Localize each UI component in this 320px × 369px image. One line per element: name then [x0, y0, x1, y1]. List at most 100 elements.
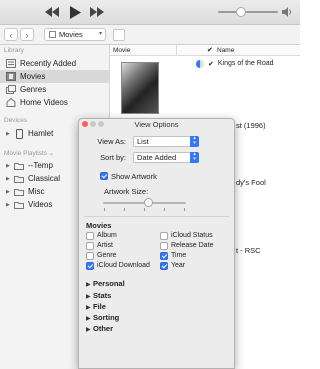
- checkmark-icon[interactable]: ✔: [208, 60, 214, 68]
- album-label: Album: [97, 232, 117, 239]
- volume-slider[interactable]: [218, 11, 278, 13]
- sidebar-item-home-videos[interactable]: Home Videos: [0, 96, 110, 109]
- album-checkbox[interactable]: [86, 232, 94, 240]
- icloud-status-checkbox[interactable]: [160, 232, 168, 240]
- time-checkbox[interactable]: [160, 252, 168, 260]
- disclosure-triangle-icon[interactable]: ▶: [6, 176, 11, 182]
- column-divider: [176, 45, 177, 56]
- movies-icon: [6, 72, 16, 82]
- movies-section-header: Movies: [86, 221, 112, 230]
- forward-button[interactable]: ›: [20, 28, 34, 41]
- folder-icon: [14, 187, 24, 197]
- folder-icon: [14, 174, 24, 184]
- sidebar-item-label: Genres: [20, 85, 47, 94]
- sidebar-item-label: Hamlet: [28, 129, 54, 138]
- time-label: Time: [171, 252, 187, 259]
- library-header: Library: [4, 47, 24, 54]
- chevron-updown-icon: ▾: [98, 31, 102, 37]
- artist-label: Artist: [97, 242, 113, 249]
- view-as-value: List: [137, 137, 149, 146]
- rewind-icon[interactable]: [44, 4, 60, 20]
- speaker-icon: [281, 6, 293, 20]
- fast-forward-icon[interactable]: [89, 4, 105, 20]
- column-movie[interactable]: Movie: [113, 47, 130, 54]
- sidebar-item-recently-added[interactable]: Recently Added: [0, 57, 110, 70]
- chevron-down-icon: ⌄: [48, 150, 55, 157]
- player-bar: [0, 0, 300, 25]
- movie-playlists-header[interactable]: Movie Playlists ⌄: [4, 149, 54, 157]
- back-button[interactable]: ‹: [4, 28, 18, 41]
- artist-checkbox[interactable]: [86, 242, 94, 250]
- disclosure-triangle-icon[interactable]: ▶: [86, 281, 91, 288]
- table-row[interactable]: ✔ Kings of the Road: [176, 58, 300, 69]
- movie-playlists-label: Movie Playlists: [4, 150, 47, 157]
- slider-tick: [144, 208, 145, 211]
- sidebar-item-label: Videos: [28, 200, 53, 209]
- recently-added-icon: [6, 59, 16, 69]
- genre-checkbox[interactable]: [86, 252, 94, 260]
- sidebar-item-label: Classical: [28, 174, 61, 183]
- folder-icon: [14, 200, 24, 210]
- dialog-divider: [84, 216, 229, 217]
- disclosure-triangle-icon[interactable]: ▶: [86, 326, 91, 333]
- artwork-size-knob[interactable]: [144, 198, 153, 207]
- section-stats[interactable]: Stats: [93, 291, 111, 300]
- section-file[interactable]: File: [93, 302, 106, 311]
- dialog-title: View Options: [134, 120, 179, 129]
- film-icon: [49, 31, 56, 38]
- release-date-label: Release Date: [171, 242, 214, 249]
- row-name-partial: t - RSC: [236, 246, 261, 255]
- sort-by-popup[interactable]: Date Added ▴ ▾: [133, 152, 199, 163]
- slider-tick: [164, 208, 165, 211]
- disclosure-triangle-icon[interactable]: ▶: [86, 293, 91, 300]
- icloud-status-label: iCloud Status: [171, 232, 213, 239]
- album-artwork[interactable]: [121, 62, 159, 114]
- row-name-partial: st (1996): [236, 121, 266, 130]
- sort-by-value: Date Added: [137, 153, 177, 162]
- chevron-right-icon: ›: [25, 29, 29, 40]
- disclosure-triangle-icon[interactable]: ▶: [6, 189, 11, 195]
- sidebar-item-label: Misc: [28, 187, 45, 196]
- sidebar-item-genres[interactable]: Genres: [0, 83, 110, 96]
- icloud-download-checkbox[interactable]: [86, 262, 94, 270]
- row-name-partial: dy's Fool: [236, 178, 266, 187]
- column-name[interactable]: Name: [217, 47, 234, 54]
- genres-icon: [6, 85, 16, 95]
- chevron-updown-icon: ▴ ▾: [190, 136, 199, 147]
- slider-tick: [124, 208, 125, 211]
- sidebar-item-label: --Temp: [28, 161, 53, 170]
- disclosure-triangle-icon[interactable]: ▶: [86, 315, 91, 322]
- row-name: Kings of the Road: [217, 60, 274, 67]
- chevron-updown-icon: ▴ ▾: [190, 152, 199, 163]
- media-kind-select[interactable]: Movies ▾: [44, 28, 106, 41]
- phone-icon: [14, 128, 24, 139]
- year-label: Year: [171, 262, 186, 269]
- sidebar-item-movies[interactable]: Movies: [0, 70, 110, 83]
- year-checkbox[interactable]: [160, 262, 168, 270]
- section-sorting[interactable]: Sorting: [93, 313, 119, 322]
- disclosure-triangle-icon[interactable]: ▶: [86, 304, 91, 311]
- play-icon[interactable]: [68, 4, 82, 20]
- volume-knob[interactable]: [236, 7, 246, 17]
- show-artwork-checkbox[interactable]: [100, 172, 108, 180]
- release-date-checkbox[interactable]: [160, 242, 168, 250]
- sidebar-item-label: Home Videos: [20, 98, 68, 107]
- sidebar-item-label: Movies: [20, 72, 46, 81]
- home-videos-icon: [6, 98, 16, 108]
- sidebar-item-label: Recently Added: [20, 59, 77, 68]
- play-progress-icon: [196, 59, 204, 68]
- devices-header: Devices: [4, 117, 28, 124]
- disclosure-triangle-icon[interactable]: ▶: [6, 131, 11, 137]
- view-as-popup[interactable]: List ▴ ▾: [133, 136, 199, 147]
- device-icon[interactable]: [113, 29, 125, 41]
- section-personal[interactable]: Personal: [93, 279, 125, 288]
- disclosure-triangle-icon[interactable]: ▶: [6, 202, 11, 208]
- view-as-label: View As:: [97, 137, 126, 146]
- disclosure-triangle-icon[interactable]: ▶: [6, 163, 11, 169]
- nav-toolbar: ‹ › Movies ▾: [0, 25, 300, 45]
- genre-label: Genre: [97, 252, 117, 259]
- slider-tick: [184, 208, 185, 211]
- section-other[interactable]: Other: [93, 324, 113, 333]
- artwork-size-label: Artwork Size:: [104, 187, 149, 196]
- show-artwork-label: Show Artwork: [111, 172, 157, 181]
